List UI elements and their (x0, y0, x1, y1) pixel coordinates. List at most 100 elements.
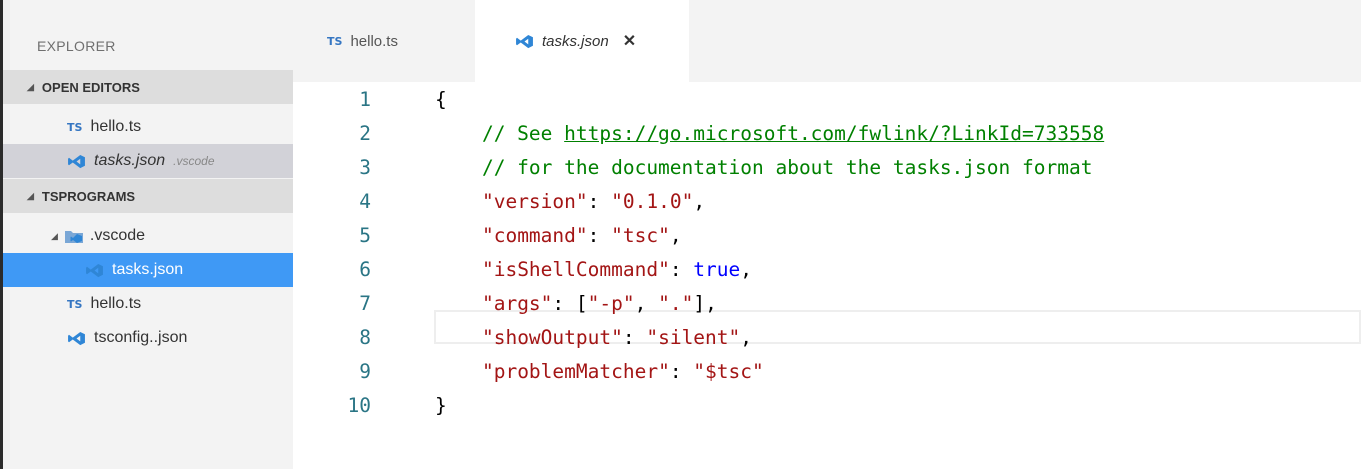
code-token: "problemMatcher" (481, 359, 670, 383)
vscode-json-icon (86, 263, 103, 277)
code-token: "args" (481, 291, 553, 315)
code-text: "showOutput": "silent", (435, 326, 752, 349)
code-token: : (587, 223, 612, 247)
code-text: "isShellCommand": true, (435, 258, 752, 281)
expanded-triangle-icon: ◢ (27, 190, 34, 201)
file-label: tsconfig..json (94, 329, 188, 346)
ts-file-icon: TS (67, 120, 83, 134)
open-editor-tasks-json[interactable]: tasks.json .vscode (3, 144, 293, 178)
code-token: "showOutput" (481, 325, 623, 349)
open-editors-label: OPEN EDITORS (41, 79, 140, 95)
code-text: "problemMatcher": "$tsc" (435, 360, 764, 383)
explorer-sidebar: EXPLORER ◢ OPEN EDITORS TS hello.ts task… (3, 0, 293, 469)
line-number: 3 (359, 155, 371, 179)
code-token: "0.1.0" (611, 189, 694, 213)
code-line[interactable]: 4 "version": "0.1.0", (293, 184, 1361, 218)
workspace-header[interactable]: ◢ TSPROGRAMS (3, 179, 293, 213)
open-editor-label: tasks.json (94, 152, 166, 169)
code-link[interactable]: https://go.microsoft.com/fwlink/?LinkId=… (564, 122, 1104, 145)
code-line[interactable]: 5 "command": "tsc", (293, 218, 1361, 252)
explorer-title: EXPLORER (37, 38, 116, 54)
expanded-triangle-icon: ◢ (51, 230, 58, 241)
code-token: true (693, 257, 741, 281)
code-token: , (740, 257, 753, 281)
code-text: } (435, 394, 447, 417)
line-number: 9 (359, 359, 371, 383)
code-text: "args": ["-p", "."], (435, 292, 717, 315)
line-number: 2 (359, 121, 371, 145)
vscode-json-icon (68, 154, 85, 168)
open-editor-hello-ts[interactable]: TS hello.ts (3, 110, 293, 144)
code-token: : (669, 359, 694, 383)
code-token: { (435, 87, 447, 111)
code-line[interactable]: 2 // See https://go.microsoft.com/fwlink… (293, 116, 1361, 150)
editor-tab-bar: TS hello.ts tasks.json ✕ (293, 0, 1361, 82)
line-number: 5 (359, 223, 371, 247)
line-number: 8 (359, 325, 371, 349)
open-editor-label: hello.ts (90, 118, 142, 135)
code-line[interactable]: 3 // for the documentation about the tas… (293, 150, 1361, 184)
code-token: // See (435, 121, 565, 145)
line-number: 4 (359, 189, 371, 213)
code-token: } (435, 393, 447, 417)
code-line[interactable]: 7 "args": ["-p", "."], (293, 286, 1361, 320)
code-line[interactable]: 1{ (293, 82, 1361, 116)
code-line[interactable]: 6 "isShellCommand": true, (293, 252, 1361, 286)
code-token: "command" (481, 223, 588, 247)
code-token: "isShellCommand" (481, 257, 670, 281)
tab-tasks-json[interactable]: tasks.json ✕ (475, 0, 689, 82)
file-hello-ts[interactable]: TS hello.ts (3, 287, 293, 321)
code-token: , (634, 291, 659, 315)
code-token: : [ (552, 291, 588, 315)
expanded-triangle-icon: ◢ (27, 81, 34, 92)
code-editor[interactable]: 1{2 // See https://go.microsoft.com/fwli… (293, 82, 1361, 469)
code-text: "command": "tsc", (435, 224, 682, 247)
code-line[interactable]: 9 "problemMatcher": "$tsc" (293, 354, 1361, 388)
code-token: "silent" (646, 325, 741, 349)
folder-label: .vscode (89, 227, 146, 244)
file-tasks-json[interactable]: tasks.json (3, 253, 293, 287)
ts-file-icon: TS (327, 34, 343, 48)
vscode-json-icon (516, 34, 533, 48)
line-number: 10 (347, 393, 371, 417)
file-tsconfig-json[interactable]: tsconfig..json (3, 321, 293, 355)
code-text: "version": "0.1.0", (435, 190, 705, 213)
file-label: hello.ts (90, 295, 142, 312)
code-token: // for the documentation about the tasks… (435, 155, 1093, 179)
code-token: : (622, 325, 647, 349)
open-editor-folder-hint: .vscode (173, 154, 215, 168)
vscode-json-icon (68, 331, 85, 345)
code-token: "$tsc" (693, 359, 764, 383)
code-token: , (740, 325, 753, 349)
folder-vscode[interactable]: ◢ .vscode (3, 219, 293, 253)
code-token: , (693, 189, 706, 213)
line-number: 7 (359, 291, 371, 315)
workspace-label: TSPROGRAMS (41, 188, 136, 204)
code-token: ], (693, 291, 717, 315)
tab-label: tasks.json (542, 32, 609, 50)
code-token: "tsc" (611, 223, 670, 247)
code-token: "version" (481, 189, 588, 213)
open-editors-header[interactable]: ◢ OPEN EDITORS (3, 70, 293, 104)
file-label: tasks.json (112, 261, 184, 278)
code-line[interactable]: 10} (293, 388, 1361, 422)
tab-hello-ts[interactable]: TS hello.ts (293, 0, 475, 82)
code-token: , (669, 223, 682, 247)
close-icon[interactable]: ✕ (623, 31, 636, 51)
code-text: // See https://go.microsoft.com/fwlink/?… (435, 122, 1104, 145)
ts-file-icon: TS (67, 297, 83, 311)
code-text: { (435, 88, 447, 111)
code-line[interactable]: 8 "showOutput": "silent", (293, 320, 1361, 354)
tab-label: hello.ts (350, 32, 398, 50)
line-number: 6 (359, 257, 371, 281)
code-token: : (587, 189, 612, 213)
code-token: "-p" (587, 291, 635, 315)
code-token: : (669, 257, 694, 281)
line-number: 1 (359, 87, 371, 111)
code-token: "." (658, 291, 694, 315)
